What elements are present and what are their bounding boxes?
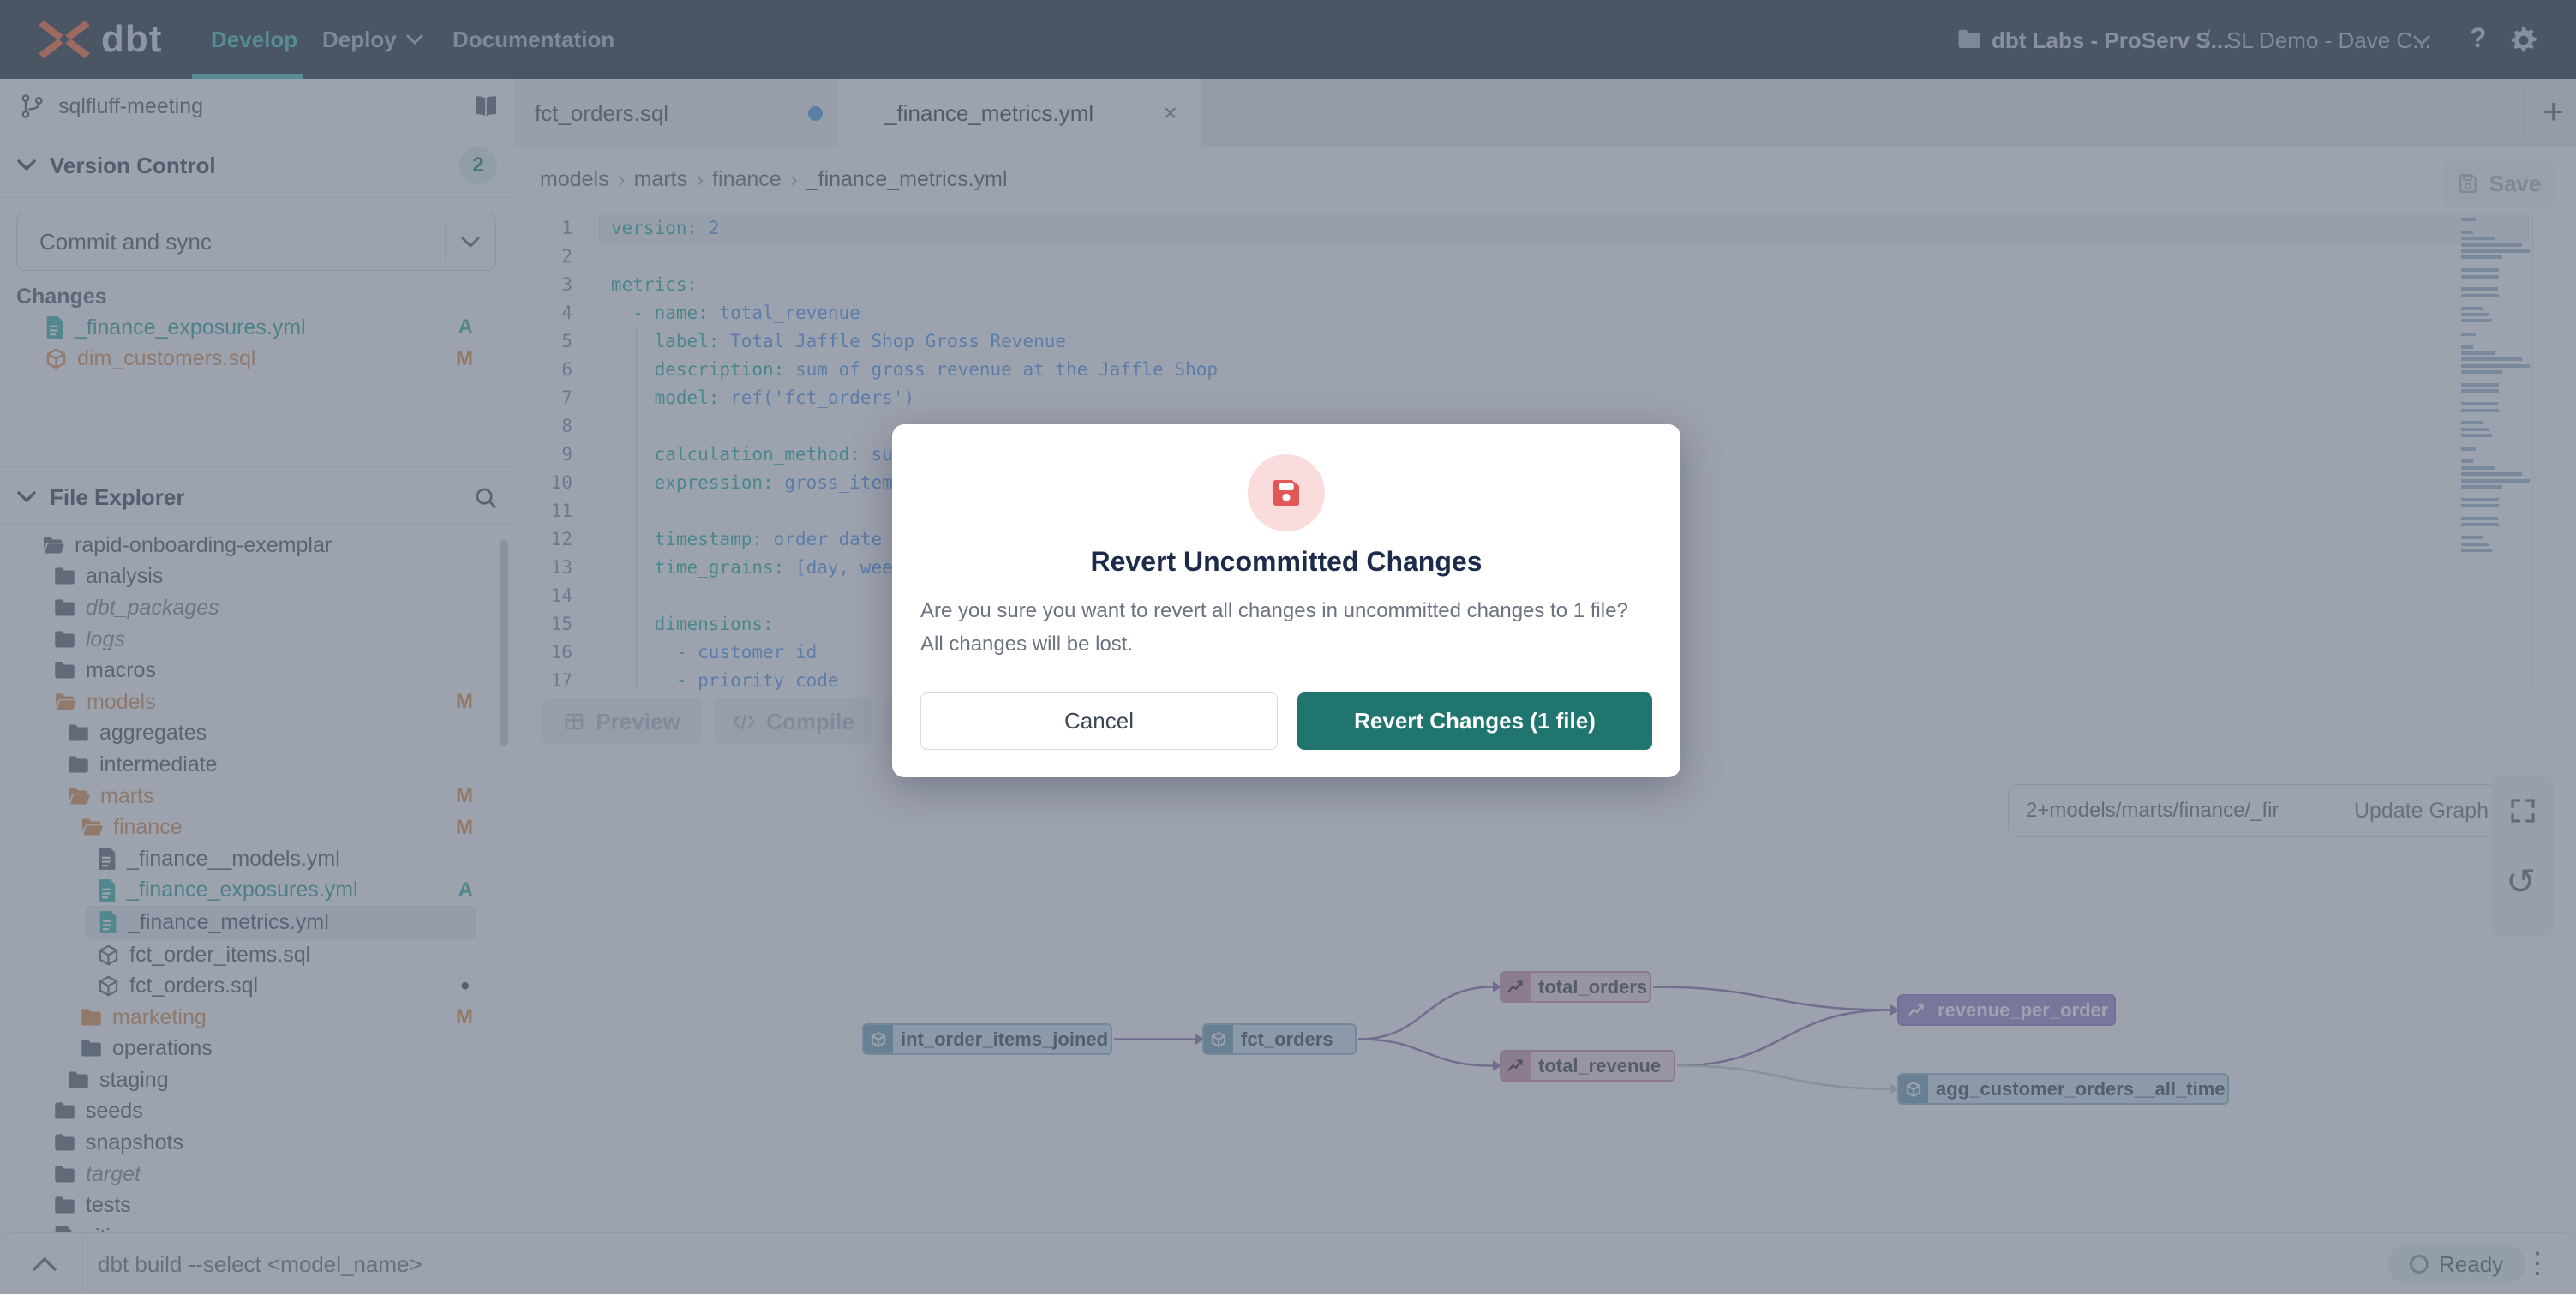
revert-changes-button[interactable]: Revert Changes (1 file) (1297, 692, 1652, 750)
revert-changes-modal: Revert Uncommitted Changes Are you sure … (892, 424, 1680, 777)
modal-title: Revert Uncommitted Changes (892, 546, 1680, 578)
revert-save-icon (1269, 476, 1303, 510)
warning-icon-circle (1248, 454, 1325, 531)
modal-body-text: Are you sure you want to revert all chan… (920, 594, 1654, 661)
cancel-button[interactable]: Cancel (920, 692, 1278, 750)
dbt-cloud-ide: dbt Develop Deploy Documentation dbt Lab… (0, 0, 2576, 1294)
